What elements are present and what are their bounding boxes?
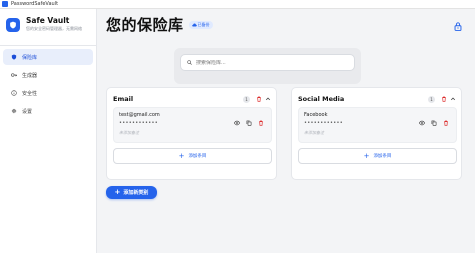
category-title: Email bbox=[113, 95, 134, 103]
eye-icon bbox=[419, 120, 425, 126]
cloud-icon bbox=[191, 23, 197, 26]
add-entry-label: 添加条目 bbox=[373, 154, 392, 159]
entry-note: 未添加备注 bbox=[119, 130, 139, 135]
sidebar-item-generator[interactable]: 生成器 bbox=[3, 67, 93, 83]
info-icon bbox=[10, 90, 17, 97]
search-input[interactable] bbox=[196, 59, 346, 66]
plus-icon: + bbox=[114, 188, 121, 196]
copy-button[interactable] bbox=[430, 119, 438, 127]
lock-icon bbox=[454, 21, 462, 31]
category-card-social-media: Social Media 1 Facebook •••••••••••• 未添加… bbox=[291, 87, 462, 180]
add-entry-label: 添加条目 bbox=[188, 154, 207, 159]
brand-tagline: 您的安全密码管理器，无需网络 bbox=[26, 26, 82, 31]
trash-icon bbox=[259, 120, 263, 126]
sidebar-item-vault[interactable]: 保险库 bbox=[3, 49, 93, 65]
vault-entry[interactable]: test@gmail.com •••••••••••• 未添加备注 bbox=[113, 107, 272, 143]
lock-vault-button[interactable] bbox=[453, 21, 463, 31]
entry-password-masked: •••••••••••• bbox=[304, 120, 343, 126]
add-category-button[interactable]: + 添加新类别 bbox=[106, 186, 157, 199]
brand-name: Safe Vault bbox=[26, 16, 70, 25]
add-entry-button[interactable]: + 添加条目 bbox=[298, 148, 457, 164]
category-card-email: Email 1 test@gmail.com •••••••••••• 未添加备… bbox=[106, 87, 277, 180]
delete-entry-button[interactable] bbox=[257, 119, 265, 127]
shield-logo-icon bbox=[6, 18, 20, 32]
vault-entry[interactable]: Facebook •••••••••••• 未添加备注 bbox=[298, 107, 457, 143]
delete-entry-button[interactable] bbox=[442, 119, 450, 127]
add-category-label: 添加新类别 bbox=[123, 190, 149, 196]
entry-actions bbox=[414, 119, 450, 127]
sidebar-item-label: 安全性 bbox=[22, 90, 38, 97]
trash-icon bbox=[444, 120, 448, 126]
plus-icon: + bbox=[363, 151, 370, 160]
sidebar-item-security[interactable]: 安全性 bbox=[3, 85, 93, 101]
delete-category-button[interactable] bbox=[255, 96, 262, 103]
category-header: Email 1 bbox=[113, 94, 271, 104]
brand: Safe Vault 您的安全密码管理器，无需网络 bbox=[6, 16, 82, 32]
entry-note: 未添加备注 bbox=[304, 130, 324, 135]
window-title: PasswordSafeVault bbox=[11, 1, 59, 7]
show-password-button[interactable] bbox=[418, 119, 426, 127]
trash-icon bbox=[441, 96, 446, 102]
add-entry-button[interactable]: + 添加条目 bbox=[113, 148, 272, 164]
copy-icon bbox=[431, 120, 437, 126]
sidebar-nav: 保险库 生成器 安全性 设置 bbox=[3, 49, 93, 121]
copy-icon bbox=[246, 120, 252, 126]
page-header: 您的保险库 已备份 bbox=[106, 14, 213, 35]
search-box[interactable] bbox=[180, 54, 355, 71]
sidebar: Safe Vault 您的安全密码管理器，无需网络 保险库 生成器 安全性 设置 bbox=[0, 9, 97, 253]
collapse-button[interactable] bbox=[264, 96, 271, 103]
delete-category-button[interactable] bbox=[440, 96, 447, 103]
cloud-badge-label: 已备份 bbox=[197, 21, 210, 27]
divider bbox=[0, 45, 97, 46]
entry-name: test@gmail.com bbox=[119, 112, 160, 118]
plus-icon: + bbox=[178, 151, 185, 160]
sidebar-item-settings[interactable]: 设置 bbox=[3, 103, 93, 119]
key-icon bbox=[10, 72, 17, 79]
copy-button[interactable] bbox=[245, 119, 253, 127]
search-icon bbox=[187, 60, 192, 65]
page-title: 您的保险库 bbox=[106, 16, 184, 34]
title-bar: PasswordSafeVault bbox=[0, 0, 475, 9]
sidebar-item-label: 保险库 bbox=[22, 54, 38, 61]
chevron-up-icon bbox=[450, 97, 455, 101]
entry-name: Facebook bbox=[304, 112, 328, 118]
entry-actions bbox=[229, 119, 265, 127]
search-container bbox=[174, 48, 361, 84]
entry-count-badge: 1 bbox=[428, 95, 435, 103]
shield-icon bbox=[10, 54, 17, 61]
cloud-status-badge: 已备份 bbox=[188, 20, 213, 29]
show-password-button[interactable] bbox=[233, 119, 241, 127]
gear-icon bbox=[10, 108, 17, 115]
trash-icon bbox=[256, 96, 261, 102]
entry-password-masked: •••••••••••• bbox=[119, 120, 158, 126]
chevron-up-icon bbox=[265, 97, 270, 101]
app-icon bbox=[2, 1, 8, 7]
category-title: Social Media bbox=[298, 95, 345, 103]
collapse-button[interactable] bbox=[449, 96, 456, 103]
sidebar-item-label: 生成器 bbox=[22, 72, 38, 79]
main-content: 您的保险库 已备份 Email 1 test@gmail.com ••••••• bbox=[98, 9, 475, 253]
sidebar-item-label: 设置 bbox=[22, 108, 33, 115]
eye-icon bbox=[234, 120, 240, 126]
category-header: Social Media 1 bbox=[298, 94, 456, 104]
entry-count-badge: 1 bbox=[243, 95, 250, 103]
